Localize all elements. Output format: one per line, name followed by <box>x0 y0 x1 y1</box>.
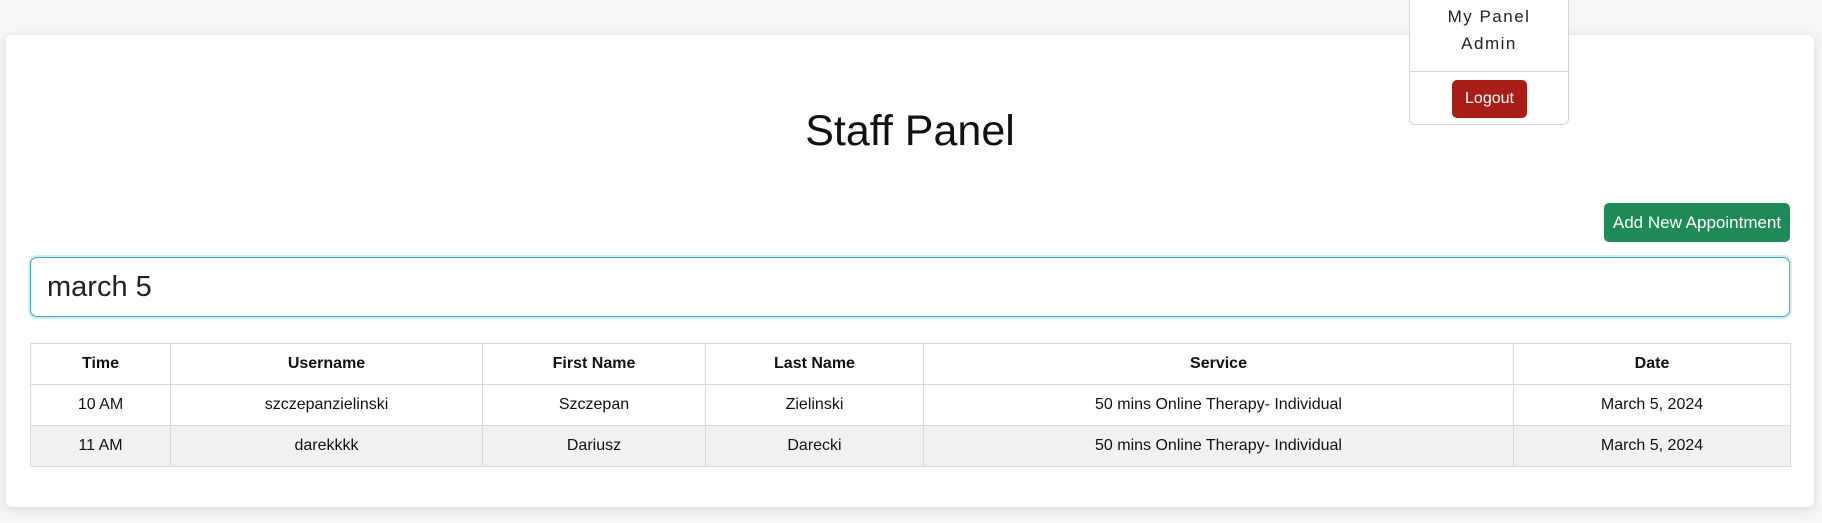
column-header-service: Service <box>923 343 1514 385</box>
cell-last-name: Darecki <box>705 425 924 467</box>
table-row[interactable]: 11 AM darekkkk Dariusz Darecki 50 mins O… <box>30 425 1791 467</box>
cell-username: darekkkk <box>170 425 483 467</box>
column-header-last-name: Last Name <box>705 343 924 385</box>
column-header-date: Date <box>1513 343 1791 385</box>
menu-divider <box>1410 71 1568 72</box>
table-header-row: Time Username First Name Last Name Servi… <box>30 343 1791 385</box>
cell-service: 50 mins Online Therapy- Individual <box>923 425 1514 467</box>
column-header-first-name: First Name <box>482 343 706 385</box>
add-new-appointment-button[interactable]: Add New Appointment <box>1604 203 1790 242</box>
user-dropdown-menu: My Panel Admin Logout <box>1409 0 1569 125</box>
cell-date: March 5, 2024 <box>1513 384 1791 426</box>
logout-button[interactable]: Logout <box>1452 80 1527 118</box>
cell-last-name: Zielinski <box>705 384 924 426</box>
menu-item-admin[interactable]: Admin <box>1410 34 1568 54</box>
cell-time: 11 AM <box>30 425 171 467</box>
appointments-table: Time Username First Name Last Name Servi… <box>30 343 1791 467</box>
menu-item-my-panel[interactable]: My Panel <box>1410 7 1568 27</box>
column-header-time: Time <box>30 343 171 385</box>
column-header-username: Username <box>170 343 483 385</box>
cell-first-name: Szczepan <box>482 384 706 426</box>
cell-date: March 5, 2024 <box>1513 425 1791 467</box>
cell-first-name: Dariusz <box>482 425 706 467</box>
cell-username: szczepanzielinski <box>170 384 483 426</box>
search-input[interactable] <box>30 257 1790 317</box>
table-row[interactable]: 10 AM szczepanzielinski Szczepan Zielins… <box>30 384 1791 426</box>
cell-service: 50 mins Online Therapy- Individual <box>923 384 1514 426</box>
cell-time: 10 AM <box>30 384 171 426</box>
